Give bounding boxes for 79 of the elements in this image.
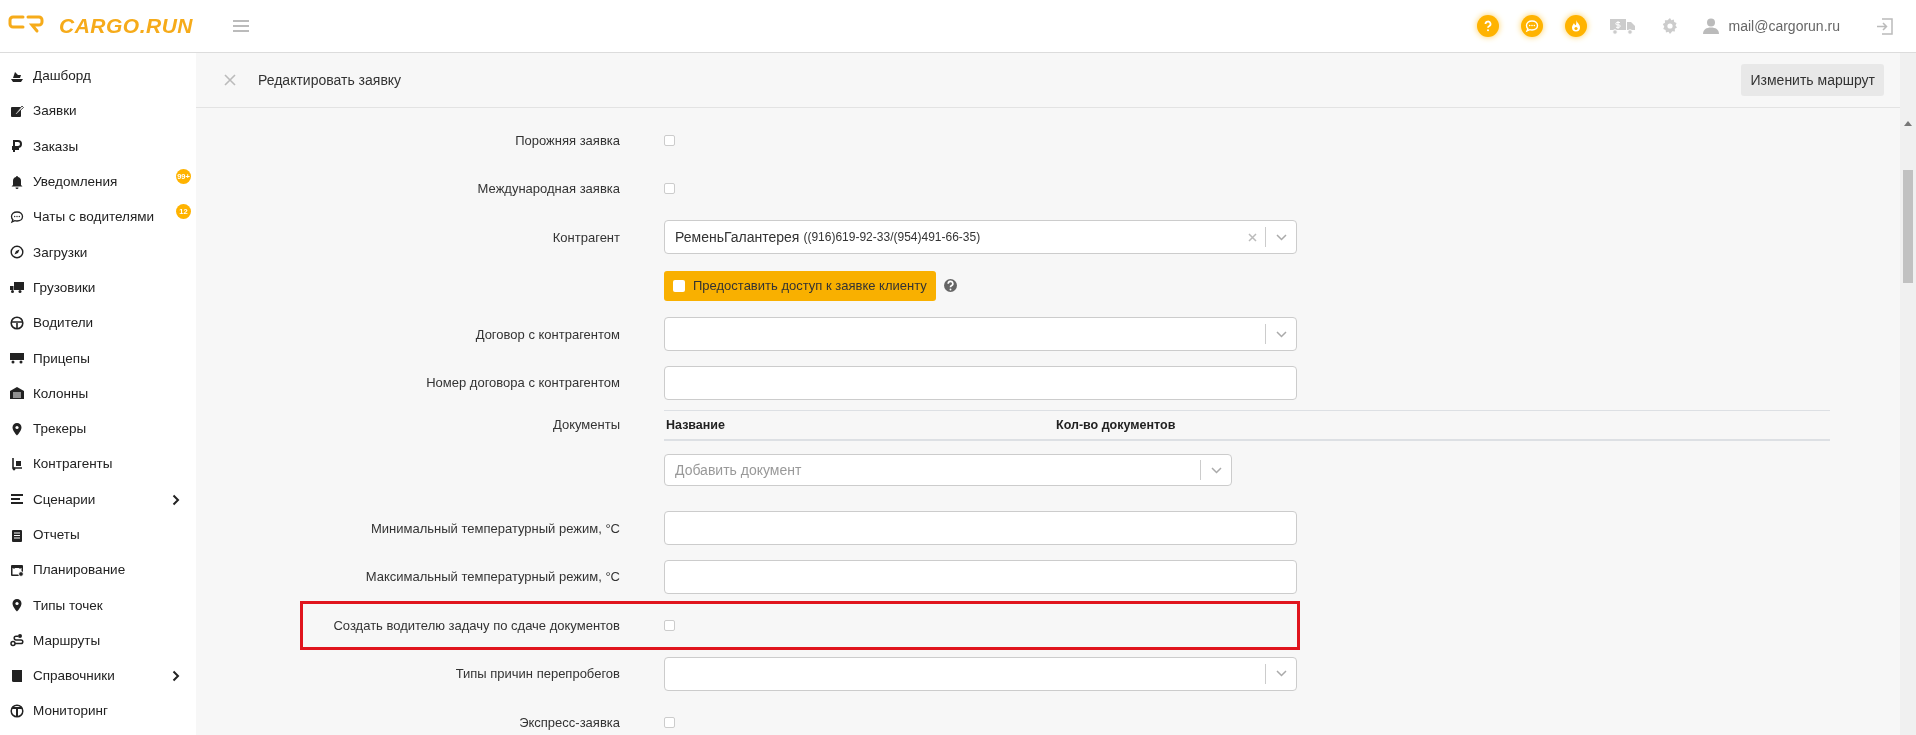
help-icon[interactable] <box>943 279 957 293</box>
chevron-down-icon[interactable] <box>1275 232 1288 242</box>
close-icon[interactable] <box>224 74 236 86</box>
field-label: Документы <box>552 417 620 432</box>
field-label: Договор с контрагентом <box>474 326 620 342</box>
sidebar-item[interactable]: Заявки <box>0 93 196 129</box>
field-label: Международная заявка <box>476 181 620 197</box>
checkbox[interactable] <box>664 619 675 631</box>
book-icon <box>10 668 24 683</box>
logo-text: CARGO.RUN <box>59 14 193 38</box>
chevron-down-icon[interactable] <box>1275 329 1288 339</box>
bell-icon <box>10 174 24 189</box>
speech-bubble-icon <box>10 209 24 224</box>
checkbox[interactable] <box>664 134 675 146</box>
field-label: Номер договора с контрагентом <box>425 375 620 391</box>
map-pin-icon <box>10 421 24 436</box>
field-label: Максимальный температурный режим, °C <box>364 569 620 585</box>
sidebar-item[interactable]: Заказы <box>0 128 196 164</box>
compass-icon <box>10 245 24 260</box>
speech-bubble-icon[interactable] <box>1520 15 1543 37</box>
sidebar-item[interactable]: Планирование <box>0 552 196 588</box>
calendar-icon <box>10 562 24 577</box>
sidebar-item[interactable]: Колонны <box>0 375 196 411</box>
clear-icon[interactable] <box>1248 232 1257 242</box>
pencil-square-icon <box>10 103 24 118</box>
change-route-button[interactable]: Изменить маршрут <box>1741 64 1884 96</box>
scroll-up-icon[interactable] <box>1904 121 1912 126</box>
truck-icon[interactable] <box>1608 17 1636 35</box>
clipboard-icon <box>10 527 24 542</box>
select-field[interactable]: РеменьГалантерея ((916)619-92-33/(954)491-66-35) <box>664 220 1297 255</box>
sidebar-item[interactable]: Загрузки <box>0 234 196 270</box>
sidebar-item[interactable]: Справочники <box>0 658 196 694</box>
sidebar-item[interactable]: Маршруты <box>0 622 196 659</box>
chevron-down-icon[interactable] <box>1210 465 1223 475</box>
sidebar-item[interactable]: Водители <box>0 305 196 341</box>
sidebar-item[interactable]: Грузовики <box>0 269 196 306</box>
user-icon[interactable] <box>1702 18 1719 34</box>
checkbox[interactable] <box>664 183 675 195</box>
field-label: Создать водителю задачу по сдаче документов <box>332 617 620 633</box>
logout-icon[interactable] <box>1876 17 1893 35</box>
flame-icon[interactable] <box>1564 15 1587 37</box>
map-pin-icon <box>10 598 24 613</box>
select-field[interactable] <box>664 656 1297 691</box>
chevron-down-icon[interactable] <box>1275 669 1288 679</box>
route-icon <box>10 633 24 648</box>
warehouse-icon <box>10 386 24 401</box>
sidebar-item[interactable]: Прицепы <box>0 340 196 376</box>
column-header: Кол-во документов <box>1055 418 1177 432</box>
checkbox[interactable] <box>664 716 675 728</box>
sidebar-item[interactable]: Дашборд <box>0 58 196 94</box>
panel-title: Редактировать заявку <box>258 72 402 88</box>
list-icon <box>10 492 24 507</box>
settings-icon[interactable] <box>1661 18 1678 34</box>
scrollbar[interactable] <box>1900 53 1916 735</box>
sidebar-item[interactable]: Контрагенты <box>0 446 196 482</box>
field-label: Экспресс-заявка <box>518 714 620 730</box>
sidebar-item[interactable]: Типы точек <box>0 587 196 623</box>
sidebar-item[interactable]: Трекеры <box>0 410 196 447</box>
field-label: Типы причин перепробегов <box>454 666 620 682</box>
input-field[interactable] <box>664 511 1297 546</box>
field-label: Минимальный температурный режим, °C <box>370 520 620 536</box>
steering-wheel-icon <box>10 315 24 330</box>
field-label: Порожняя заявка <box>514 132 620 148</box>
sidebar-item[interactable]: Мониторинг <box>0 693 196 729</box>
scrollbar-thumb[interactable] <box>1903 170 1913 283</box>
share-access-button[interactable]: Предоставить доступ к заявке клиенту <box>664 270 936 301</box>
input-field[interactable] <box>664 365 1297 400</box>
menu-icon[interactable] <box>233 19 249 33</box>
ruble-icon <box>10 139 24 154</box>
sidebar-item[interactable]: Сценарии <box>0 481 196 517</box>
trailer-icon <box>10 351 24 365</box>
select-field[interactable] <box>664 317 1297 352</box>
sidebar-item[interactable]: Отчеты <box>0 516 196 553</box>
input-field[interactable] <box>664 559 1297 594</box>
field-label: Контрагент <box>551 229 620 245</box>
hand-truck-icon <box>10 456 24 471</box>
truck-icon <box>10 280 24 295</box>
user-email[interactable]: mail@cargorun.ru <box>1728 18 1840 34</box>
column-header: Название <box>665 418 726 432</box>
